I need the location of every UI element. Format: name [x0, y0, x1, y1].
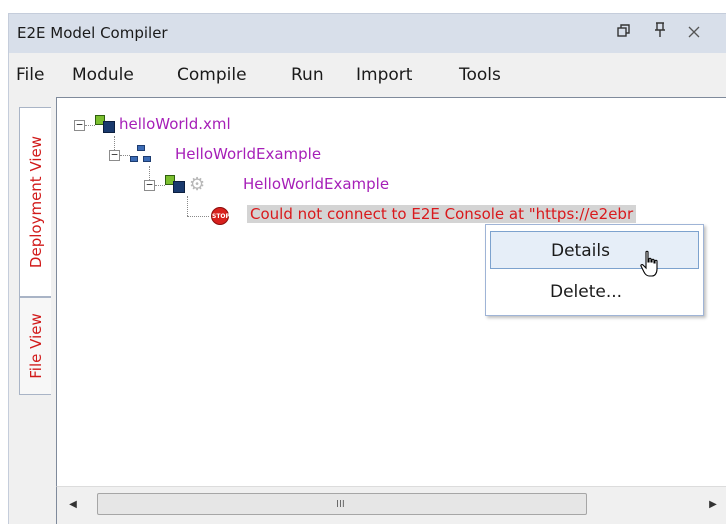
pin-icon[interactable] [649, 22, 671, 44]
module-icon [95, 115, 117, 135]
network-icon [130, 145, 152, 165]
details-label: Details [551, 241, 610, 261]
tree-connector [85, 125, 95, 126]
scrollbar-thumb[interactable]: III [97, 493, 587, 515]
tree-connector [155, 185, 165, 186]
tree-connector [187, 216, 209, 217]
menu-module[interactable]: Module [72, 65, 134, 85]
tree-node-grandchild[interactable]: HelloWorldExample [243, 175, 389, 193]
menu-file[interactable]: File [16, 65, 44, 85]
tab-deployment-view[interactable]: Deployment View [19, 107, 51, 297]
tree-connector [187, 196, 188, 216]
restore-icon[interactable] [613, 22, 635, 44]
mouse-cursor-icon [640, 250, 658, 277]
window-title: E2E Model Compiler [17, 24, 168, 42]
context-menu: Details Delete... [485, 224, 704, 316]
tree-node-child[interactable]: HelloWorldExample [175, 145, 321, 163]
tree-connector [120, 155, 130, 156]
menu-import[interactable]: Import [356, 65, 412, 85]
menu-run[interactable]: Run [291, 65, 324, 85]
menu-compile[interactable]: Compile [177, 65, 247, 85]
menu-tools[interactable]: Tools [459, 65, 501, 85]
context-menu-delete[interactable]: Delete... [490, 273, 699, 311]
title-bar: E2E Model Compiler [8, 13, 726, 53]
close-icon[interactable] [683, 22, 705, 44]
scroll-right-icon[interactable]: ▶ [705, 497, 721, 513]
menu-bar: File Module Compile Run Import Tools [8, 53, 726, 97]
collapse-toggle[interactable]: − [144, 179, 155, 191]
tree-node-error[interactable]: Could not connect to E2E Console at "htt… [247, 205, 637, 223]
stop-icon: STOP [211, 207, 230, 225]
side-tab-strip: Deployment View File View [8, 97, 56, 524]
tab-file-view[interactable]: File View [19, 297, 51, 395]
module-icon [165, 175, 187, 195]
horizontal-scrollbar[interactable]: ◀ III ▶ [56, 486, 726, 524]
collapse-toggle[interactable]: − [109, 149, 120, 161]
collapse-toggle[interactable]: − [74, 119, 85, 131]
tab-deployment-label: Deployment View [26, 135, 45, 269]
e2e-model-compiler-window: E2E Model Compiler File Module Compile R… [0, 0, 726, 524]
scrollbar-grip: III [336, 499, 345, 510]
gears-icon: ⚙ [189, 174, 206, 195]
tree-node-root[interactable]: helloWorld.xml [119, 115, 231, 133]
tab-file-label: File View [26, 313, 45, 379]
context-menu-details[interactable]: Details [490, 231, 699, 269]
delete-label: Delete... [550, 282, 623, 302]
scroll-left-icon[interactable]: ◀ [65, 497, 81, 513]
